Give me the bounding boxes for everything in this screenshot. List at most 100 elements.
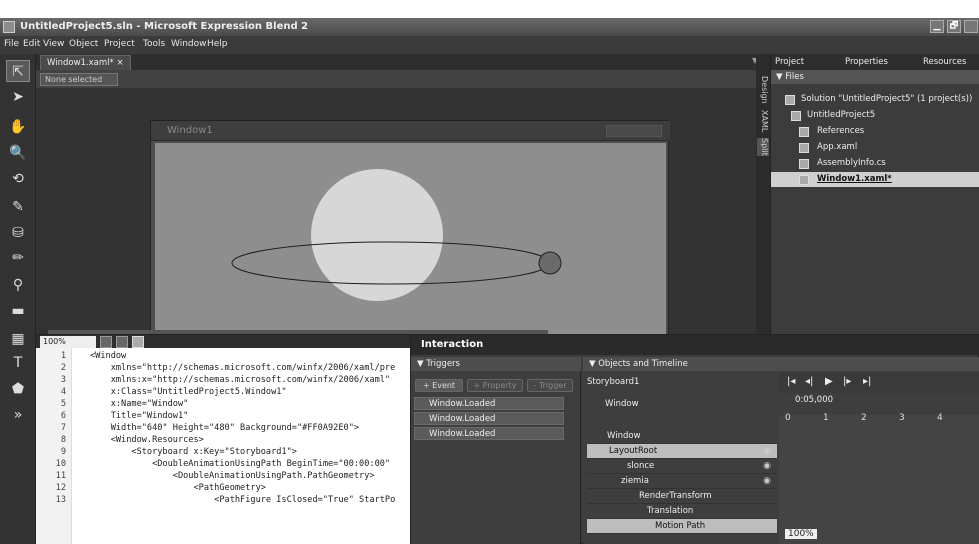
paint-bucket-icon[interactable]: ⛁ bbox=[6, 222, 30, 244]
eye-icon[interactable]: ◉ bbox=[763, 474, 771, 489]
last-frame-icon[interactable]: ▸| bbox=[863, 376, 871, 387]
tree-item-project[interactable]: UntitledProject5 bbox=[771, 108, 979, 123]
window-scope[interactable]: Window bbox=[587, 395, 777, 413]
object-label: ziemia bbox=[621, 476, 649, 486]
eye-icon[interactable]: ◉ bbox=[763, 444, 771, 459]
layout-root[interactable] bbox=[155, 143, 666, 334]
zoom-combo[interactable]: 100% bbox=[40, 336, 96, 348]
play-icon[interactable]: ▶ bbox=[825, 376, 833, 387]
camera-orbit-icon[interactable]: ⟲ bbox=[6, 168, 30, 190]
code-line[interactable]: <Window.Resources> bbox=[90, 435, 204, 445]
tree-item-assemblyinfo[interactable]: AssemblyInfo.cs bbox=[771, 156, 979, 171]
timeline-tick: 4 bbox=[937, 413, 943, 423]
ziemia-ellipse[interactable] bbox=[538, 251, 562, 275]
selection-tool-icon[interactable]: ⇱ bbox=[6, 60, 30, 82]
code-line[interactable]: Width="640" Height="480" Background="#FF… bbox=[90, 423, 359, 433]
more-tools-icon[interactable]: » bbox=[6, 404, 30, 426]
design-view-tab[interactable]: Design bbox=[757, 76, 769, 104]
xaml-view-tab[interactable]: XAML bbox=[757, 110, 769, 132]
menu-project[interactable]: Project bbox=[104, 39, 135, 49]
close-button[interactable] bbox=[964, 20, 978, 33]
tab-resources[interactable]: Resources bbox=[923, 57, 966, 67]
objects-header[interactable]: ▼ Objects and Timeline bbox=[583, 357, 979, 371]
tree-item-references[interactable]: References bbox=[771, 124, 979, 139]
storyboard-picker[interactable]: Storyboard1 bbox=[587, 373, 777, 391]
xaml-editor[interactable]: 1 <Window 2 xmlns="http://schemas.microso… bbox=[36, 348, 410, 544]
line-number: 9 bbox=[60, 447, 66, 457]
object-motion-path[interactable]: Motion Path bbox=[587, 519, 777, 534]
effects-toggle-icon[interactable] bbox=[132, 336, 144, 348]
trigger-item[interactable]: Window.Loaded bbox=[414, 427, 564, 440]
tree-item-label: AssemblyInfo.cs bbox=[817, 158, 886, 168]
code-line[interactable]: x:Class="UntitledProject5.Window1" bbox=[90, 387, 287, 397]
menu-help[interactable]: Help bbox=[207, 39, 228, 49]
canvas-shapes bbox=[231, 169, 562, 301]
playhead-time[interactable]: 0:05,000 bbox=[795, 395, 833, 405]
grid-icon[interactable]: ▦ bbox=[6, 328, 30, 350]
timeline-tick: 1 bbox=[823, 413, 829, 423]
brush-transform-icon[interactable]: ⚲ bbox=[6, 274, 30, 296]
code-line[interactable]: <PathFigure IsClosed="True" StartPo bbox=[90, 495, 395, 505]
prev-frame-icon[interactable]: ◂| bbox=[805, 376, 813, 387]
eye-icon[interactable]: ◉ bbox=[763, 459, 771, 474]
triggers-header[interactable]: ▼ Triggers bbox=[411, 357, 581, 371]
menu-view[interactable]: View bbox=[43, 39, 64, 49]
menu-window[interactable]: Window bbox=[171, 39, 207, 49]
timeline-zoom[interactable]: 100% bbox=[785, 529, 817, 539]
window1-frame[interactable]: Window1 bbox=[150, 120, 670, 334]
object-layoutroot[interactable]: LayoutRoot ◉ bbox=[587, 444, 777, 459]
code-line[interactable]: <DoubleAnimationUsingPath.PathGeometry> bbox=[90, 471, 375, 481]
asset-icon[interactable]: ⬟ bbox=[6, 378, 30, 400]
object-slonce[interactable]: slonce ◉ bbox=[587, 459, 777, 474]
object-label: LayoutRoot bbox=[609, 446, 658, 456]
maximize-button[interactable]: 🗗 bbox=[947, 20, 961, 33]
rectangle-icon[interactable]: ▬ bbox=[6, 300, 30, 322]
snap-toggle-icon[interactable] bbox=[116, 336, 128, 348]
timeline-grid[interactable]: 0 1 2 3 4 100% bbox=[779, 413, 979, 544]
tab-project[interactable]: Project bbox=[775, 57, 804, 67]
menu-tools[interactable]: Tools bbox=[143, 39, 165, 49]
object-rendertransform[interactable]: RenderTransform bbox=[587, 489, 777, 504]
object-window[interactable]: Window bbox=[587, 429, 777, 444]
trigger-item[interactable]: Window.Loaded bbox=[414, 397, 564, 410]
code-line[interactable]: <PathGeometry> bbox=[90, 483, 265, 493]
selection-breadcrumb[interactable]: None selected bbox=[40, 73, 118, 86]
slonce-ellipse[interactable] bbox=[311, 169, 443, 301]
object-translation[interactable]: Translation bbox=[587, 504, 777, 519]
direct-selection-icon[interactable]: ➤ bbox=[6, 86, 30, 108]
tab-window1-xaml[interactable]: Window1.xaml* × bbox=[40, 55, 131, 70]
next-frame-icon[interactable]: |▸ bbox=[843, 376, 851, 387]
pen-icon[interactable]: ✎ bbox=[6, 196, 30, 218]
menu-edit[interactable]: Edit bbox=[23, 39, 40, 49]
add-event-button[interactable]: + Event bbox=[415, 379, 463, 392]
split-view-tab[interactable]: Split bbox=[757, 138, 769, 156]
menu-file[interactable]: File bbox=[4, 39, 19, 49]
minimize-button[interactable]: ▁ bbox=[930, 20, 944, 33]
zoom-icon[interactable]: 🔍 bbox=[6, 142, 30, 164]
add-property-button[interactable]: + Property bbox=[467, 379, 523, 392]
first-frame-icon[interactable]: |◂ bbox=[787, 376, 795, 387]
tab-properties[interactable]: Properties bbox=[845, 57, 888, 67]
object-ziemia[interactable]: ziemia ◉ bbox=[587, 474, 777, 489]
menu-object[interactable]: Object bbox=[69, 39, 98, 49]
trigger-item[interactable]: Window.Loaded bbox=[414, 412, 564, 425]
grid-toggle-icon[interactable] bbox=[100, 336, 112, 348]
files-header[interactable]: ▼ Files bbox=[771, 70, 979, 84]
eyedropper-icon[interactable]: ✏ bbox=[6, 247, 30, 269]
window1-caption-buttons bbox=[606, 125, 662, 137]
text-icon[interactable]: T bbox=[6, 352, 30, 374]
code-line[interactable]: xmlns:x="http://schemas.microsoft.com/wi… bbox=[90, 375, 390, 385]
remove-trigger-button[interactable]: - Trigger bbox=[527, 379, 573, 392]
code-line[interactable]: <Storyboard x:Key="Storyboard1"> bbox=[90, 447, 297, 457]
code-line[interactable]: xmlns="http://schemas.microsoft.com/winf… bbox=[90, 363, 396, 373]
code-line[interactable]: Title="Window1" bbox=[90, 411, 189, 421]
code-line[interactable]: <DoubleAnimationUsingPath BeginTime="00:… bbox=[90, 459, 390, 469]
object-label: slonce bbox=[627, 461, 655, 471]
tree-item-solution[interactable]: Solution "UntitledProject5" (1 project(s… bbox=[771, 92, 979, 107]
code-line[interactable]: <Window bbox=[90, 351, 126, 361]
tree-item-app-xaml[interactable]: App.xaml bbox=[771, 140, 979, 155]
artboard[interactable]: Window1 bbox=[36, 88, 756, 334]
pan-hand-icon[interactable]: ✋ bbox=[6, 116, 30, 138]
tree-item-window1-xaml[interactable]: Window1.xaml* bbox=[771, 172, 979, 187]
code-line[interactable]: x:Name="Window" bbox=[90, 399, 189, 409]
